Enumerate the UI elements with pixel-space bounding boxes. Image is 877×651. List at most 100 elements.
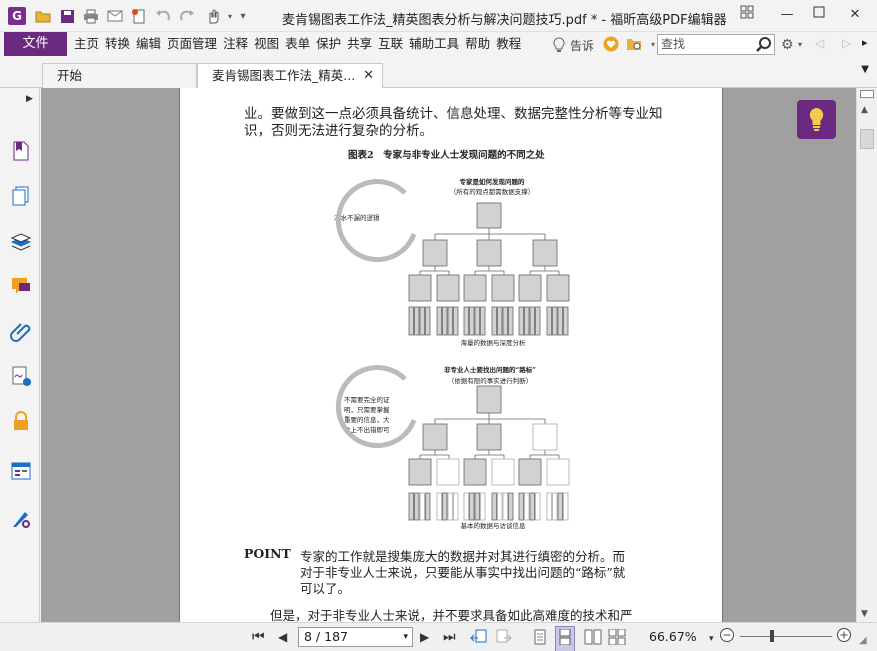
- form-fields-icon[interactable]: [10, 460, 32, 482]
- zoom-out-icon[interactable]: [719, 627, 735, 648]
- minimize-button[interactable]: —: [776, 5, 798, 25]
- heart-icon[interactable]: [602, 36, 620, 54]
- last-page-icon[interactable]: ⏭: [443, 629, 456, 645]
- layers-icon[interactable]: [10, 231, 32, 253]
- tips-button[interactable]: [797, 100, 836, 139]
- menu-protect[interactable]: 保护: [313, 32, 344, 56]
- new-document-icon[interactable]: [130, 7, 148, 25]
- comparison-diagram: [335, 179, 570, 521]
- menu-accessibility[interactable]: 辅助工具: [406, 32, 462, 56]
- diagram-node: [491, 492, 497, 521]
- diagram-node: [463, 458, 487, 486]
- tab-document[interactable]: 麦肯锡图表工作法_精英... ✕: [197, 63, 383, 89]
- split-view-handle[interactable]: [860, 90, 874, 98]
- save-icon[interactable]: [58, 7, 76, 25]
- scroll-up-arrow[interactable]: ▲: [861, 105, 868, 115]
- open-folder-icon[interactable]: [34, 7, 52, 25]
- app-logo[interactable]: G: [8, 7, 26, 25]
- diagram-node: [563, 492, 569, 521]
- diagram-node: [469, 306, 475, 336]
- menu-view[interactable]: 视图: [251, 32, 282, 56]
- pdf-page: 业。要做到这一点必须具备统计、信息处理、数据完整性分析等专业知 识，否则无法进行…: [179, 88, 723, 622]
- zoom-in-icon[interactable]: [836, 627, 852, 648]
- diagram-node: [518, 492, 524, 521]
- print-icon[interactable]: [82, 7, 100, 25]
- diagram-node: [436, 492, 442, 521]
- ribbon-expand-icon[interactable]: ▸: [862, 36, 868, 49]
- redo-icon[interactable]: [178, 7, 196, 25]
- next-result-icon[interactable]: ▷: [842, 36, 851, 50]
- window-title: 麦肯锡图表工作法_精英图表分析与解决问题技巧.pdf * - 福昕高级PDF编辑…: [282, 13, 727, 28]
- page-number-input[interactable]: 8 / 187 ▾: [298, 627, 413, 647]
- document-view[interactable]: 业。要做到这一点必须具备统计、信息处理、数据完整性分析等专业知 识，否则无法进行…: [41, 88, 856, 622]
- file-menu[interactable]: 文件: [4, 32, 67, 56]
- next-view-icon[interactable]: [495, 629, 513, 650]
- single-page-icon[interactable]: [533, 629, 547, 650]
- gear-icon[interactable]: ⚙: [781, 36, 799, 54]
- diagram-node: [453, 492, 459, 521]
- close-button[interactable]: ✕: [844, 5, 866, 25]
- page-thumbnails-icon[interactable]: [10, 185, 32, 207]
- email-icon[interactable]: [106, 7, 124, 25]
- diagram-node: [414, 492, 420, 521]
- maximize-button[interactable]: [808, 5, 830, 25]
- tab-list-dropdown-icon[interactable]: ▼: [861, 64, 869, 75]
- tab-start[interactable]: 开始: [42, 63, 197, 88]
- comments-icon[interactable]: [10, 275, 32, 297]
- menu-share[interactable]: 共享: [344, 32, 375, 56]
- menu-home[interactable]: 主页: [71, 32, 102, 56]
- chevron-down-icon[interactable]: ▾: [709, 631, 714, 647]
- scroll-thumb[interactable]: [860, 129, 874, 149]
- lock-icon[interactable]: [10, 410, 32, 432]
- diagram-node: [518, 458, 542, 486]
- next-page-icon[interactable]: ▶: [420, 629, 429, 645]
- signature-icon[interactable]: [10, 365, 32, 387]
- search-input[interactable]: 查找: [657, 34, 775, 55]
- attachment-icon[interactable]: [10, 320, 32, 342]
- menu-page-management[interactable]: 页面管理: [164, 32, 220, 56]
- chevron-down-icon[interactable]: ▾: [403, 628, 408, 646]
- tell-me[interactable]: 告诉: [552, 35, 594, 55]
- first-page-icon[interactable]: ⏮: [252, 629, 265, 645]
- chevron-down-icon[interactable]: ▾: [798, 40, 802, 49]
- zoom-slider-thumb[interactable]: [770, 630, 774, 642]
- bookmark-icon[interactable]: [10, 140, 32, 162]
- scroll-down-arrow[interactable]: ▼: [861, 609, 868, 619]
- previous-result-icon[interactable]: ◁: [815, 36, 824, 50]
- tab-bar: 开始 麦肯锡图表工作法_精英... ✕ ▼: [0, 58, 877, 89]
- menu-convert[interactable]: 转换: [102, 32, 133, 56]
- hand-tool-icon[interactable]: [203, 7, 221, 25]
- menu-connect[interactable]: 互联: [375, 32, 406, 56]
- lightbulb-icon: [809, 108, 824, 131]
- tell-me-label: 告诉: [570, 38, 595, 53]
- zoom-level[interactable]: 66.67%: [649, 629, 697, 644]
- undo-icon[interactable]: [154, 7, 172, 25]
- diagram-node: [524, 492, 530, 521]
- menu-comment[interactable]: 注释: [220, 32, 251, 56]
- title-bar: G ▾ ▾ 麦肯锡图表工作法_精英图表分析与解决问题技巧.pdf * - 福昕高…: [0, 0, 877, 32]
- tab-document-label: 麦肯锡图表工作法_精英...: [212, 68, 356, 83]
- continuous-page-icon[interactable]: [555, 626, 575, 651]
- panel-expand-icon[interactable]: ▶: [26, 94, 33, 104]
- continuous-facing-icon[interactable]: [608, 628, 626, 650]
- facing-pages-icon[interactable]: [584, 629, 602, 650]
- pdf-sign-icon[interactable]: [10, 508, 32, 530]
- diagram-node: [408, 306, 414, 336]
- restore-grid-icon[interactable]: [736, 5, 758, 25]
- previous-page-icon[interactable]: ◀: [278, 629, 287, 645]
- resize-grip-icon: ◢: [859, 635, 867, 646]
- close-icon[interactable]: ✕: [363, 64, 374, 88]
- menu-form[interactable]: 表单: [282, 32, 313, 56]
- diagram-node: [436, 458, 460, 486]
- thought-bubble: [335, 365, 417, 449]
- previous-view-icon[interactable]: [470, 629, 488, 650]
- vertical-scrollbar[interactable]: ▲ ▼: [856, 88, 877, 622]
- menu-tutorial[interactable]: 教程: [493, 32, 524, 56]
- menu-edit[interactable]: 编辑: [133, 32, 164, 56]
- diagram-node: [422, 423, 448, 451]
- zoom-slider[interactable]: [740, 636, 832, 637]
- customize-toolbar-icon[interactable]: ▾: [234, 7, 252, 25]
- search-icon[interactable]: [755, 36, 772, 53]
- menu-help[interactable]: 帮助: [462, 32, 493, 56]
- find-folder-icon[interactable]: [626, 36, 644, 54]
